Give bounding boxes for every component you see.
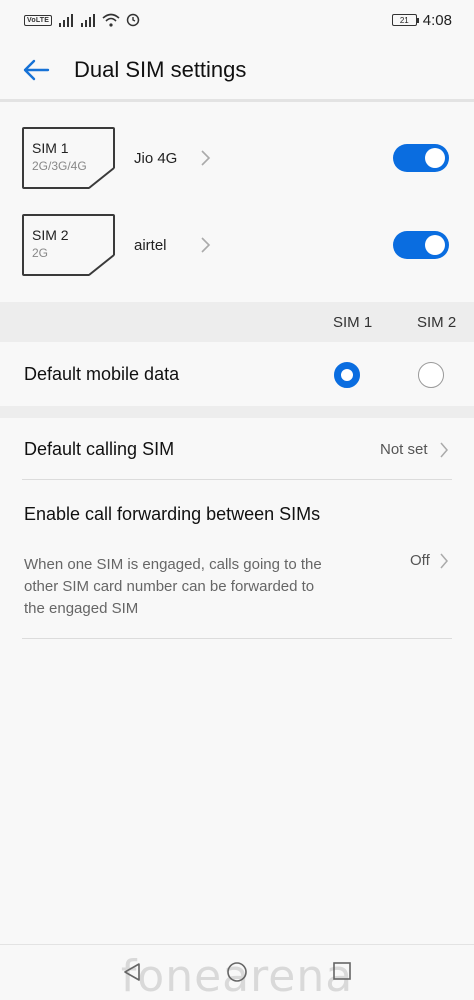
sim1-type: 2G/3G/4G bbox=[32, 159, 87, 173]
navigation-bar: fonearena bbox=[0, 944, 474, 1000]
back-button[interactable] bbox=[6, 40, 66, 100]
nav-recents-icon[interactable] bbox=[332, 961, 352, 981]
sim2-row[interactable]: SIM 2 2G airtel bbox=[0, 202, 474, 288]
divider bbox=[22, 638, 452, 639]
sim2-card-icon: SIM 2 2G bbox=[22, 214, 115, 276]
call-forwarding-description: When one SIM is engaged, calls going to … bbox=[24, 556, 322, 617]
signal-icon-2 bbox=[81, 14, 96, 27]
battery-icon: 21 bbox=[391, 14, 419, 26]
status-right: 21 4:08 bbox=[391, 11, 452, 29]
status-left: VoLTE bbox=[24, 13, 140, 27]
sim1-carrier[interactable]: Jio 4G bbox=[134, 150, 177, 167]
chevron-right-icon bbox=[440, 442, 448, 458]
battery-level: 21 bbox=[399, 15, 409, 25]
sim2-type: 2G bbox=[32, 246, 49, 260]
call-forwarding-value: Off bbox=[410, 552, 430, 569]
nav-home-icon[interactable] bbox=[226, 961, 248, 983]
default-calling-sim-value: Not set bbox=[380, 441, 428, 458]
default-mobile-data-label: Default mobile data bbox=[24, 364, 180, 384]
chevron-right-icon bbox=[201, 150, 211, 166]
mobile-data-sim1-radio[interactable] bbox=[334, 362, 360, 388]
back-arrow-icon bbox=[23, 59, 50, 80]
column-sim1: SIM 1 bbox=[333, 314, 373, 331]
nav-back-icon[interactable] bbox=[121, 961, 143, 983]
divider bbox=[22, 479, 452, 480]
volte-badge: VoLTE bbox=[24, 14, 53, 26]
sim2-toggle[interactable] bbox=[393, 231, 449, 259]
mobile-data-sim2-radio[interactable] bbox=[418, 362, 444, 388]
chevron-right-icon bbox=[440, 553, 448, 569]
wifi-icon bbox=[102, 13, 120, 27]
section-separator bbox=[0, 406, 474, 418]
sim1-toggle-knob bbox=[425, 148, 445, 168]
sim1-name: SIM 1 bbox=[32, 140, 69, 156]
default-calling-sim-label: Default calling SIM bbox=[24, 439, 175, 459]
sim2-name: SIM 2 bbox=[32, 227, 69, 243]
sim2-carrier[interactable]: airtel bbox=[134, 237, 167, 254]
call-forwarding-row[interactable]: Enable call forwarding between SIMs When… bbox=[0, 481, 474, 639]
chevron-right-icon bbox=[201, 237, 211, 253]
page-title: Dual SIM settings bbox=[74, 56, 247, 82]
alarm-icon bbox=[126, 13, 140, 27]
sim1-row[interactable]: SIM 1 2G/3G/4G Jio 4G bbox=[0, 115, 474, 201]
sim-column-header: SIM 1 SIM 2 bbox=[0, 302, 474, 342]
sim1-toggle[interactable] bbox=[393, 144, 449, 172]
status-bar: VoLTE 21 4:08 bbox=[0, 0, 474, 40]
signal-icon bbox=[59, 14, 74, 27]
default-calling-sim-row[interactable]: Default calling SIM Not set bbox=[0, 418, 474, 480]
call-forwarding-title: Enable call forwarding between SIMs bbox=[24, 504, 321, 524]
column-sim2: SIM 2 bbox=[417, 314, 457, 331]
sim2-toggle-knob bbox=[425, 235, 445, 255]
sim1-card-icon: SIM 1 2G/3G/4G bbox=[22, 127, 115, 189]
clock: 4:08 bbox=[422, 11, 452, 29]
app-header: Dual SIM settings bbox=[0, 40, 474, 102]
default-mobile-data-row: Default mobile data bbox=[0, 342, 474, 406]
